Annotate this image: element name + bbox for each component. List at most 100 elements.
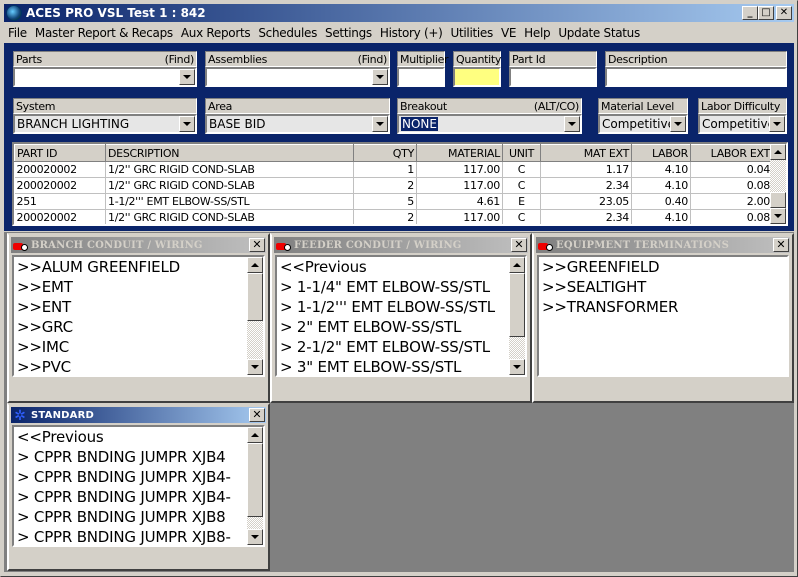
material-level-dropdown-arrow-icon[interactable]	[670, 116, 686, 132]
table-row[interactable]: 200020002 1/2'' GRC RIGID COND-SLAB 2 11…	[14, 209, 773, 224]
labor-difficulty-value: Competitive	[702, 117, 775, 131]
multiplier-input[interactable]	[397, 67, 445, 87]
area-dropdown-arrow-icon[interactable]	[372, 116, 388, 132]
assemblies-dropdown-arrow-icon[interactable]	[372, 69, 388, 85]
branch-conduit-list[interactable]: >>ALUM GREENFIELD >>EMT >>ENT >>GRC >>IM…	[12, 255, 265, 377]
table-row[interactable]: 200020002 1/2'' GRC RIGID COND-SLAB 1 11…	[14, 161, 773, 178]
scroll-thumb[interactable]	[247, 273, 263, 321]
table-row[interactable]: 251 1-1/2''' EMT ELBOW-SS/STL 5 4.61 E 2…	[14, 193, 773, 210]
scroll-up-arrow-icon[interactable]	[770, 144, 786, 160]
labor-difficulty-field: Labor Difficulty Competitive	[698, 98, 787, 134]
menu-file[interactable]: File	[4, 26, 31, 40]
col-header-qty[interactable]: QTY	[353, 144, 417, 162]
feeder-conduit-titlebar[interactable]: FEEDER CONDUIT / WIRING ✕	[274, 237, 528, 253]
assemblies-combo[interactable]	[205, 67, 390, 87]
table-row[interactable]: 200020002 1/2'' GRC RIGID COND-SLAB 2 11…	[14, 177, 773, 194]
menu-aux-reports[interactable]: Aux Reports	[177, 26, 254, 40]
list-item[interactable]: >>SEALTIGHT	[539, 277, 787, 297]
breakout-field: Breakout (ALT/CO) NONE	[397, 98, 582, 134]
menu-update-status[interactable]: Update Status	[554, 26, 644, 40]
list-item[interactable]: > CPPR BNDING JUMPR XJB8	[14, 507, 263, 527]
close-icon[interactable]: ✕	[773, 238, 789, 252]
standard-titlebar[interactable]: ✲ STANDARD ✕	[11, 407, 266, 423]
scroll-thumb[interactable]	[247, 443, 263, 517]
list-item[interactable]: > 3" EMT ELBOW-SS/STL	[277, 357, 525, 375]
equipment-terminations-list[interactable]: >>GREENFIELD >>SEALTIGHT >>TRANSFORMER	[537, 255, 789, 377]
menu-help[interactable]: Help	[520, 26, 554, 40]
description-input[interactable]	[605, 67, 787, 87]
menu-history[interactable]: History (+)	[376, 26, 447, 40]
parts-combo[interactable]	[13, 67, 197, 87]
list-item[interactable]: > CPPR BNDING JUMPR XJB4-	[14, 487, 263, 507]
menu-master-report[interactable]: Master Report & Recaps	[31, 26, 177, 40]
list-item[interactable]: > 2-1/2" EMT ELBOW-SS/STL	[277, 337, 525, 357]
scroll-up-arrow-icon[interactable]	[247, 257, 263, 273]
list-item[interactable]: > 1-1/4" EMT ELBOW-SS/STL	[277, 277, 525, 297]
scroll-up-arrow-icon[interactable]	[247, 427, 263, 443]
col-header-mat-ext[interactable]: MAT EXT	[540, 144, 632, 162]
menu-settings[interactable]: Settings	[321, 26, 376, 40]
breakout-dropdown-arrow-icon[interactable]	[564, 116, 580, 132]
list-item[interactable]: >>ENT	[14, 297, 263, 317]
scroll-thumb[interactable]	[770, 192, 786, 208]
list-item[interactable]: >>GREENFIELD	[539, 257, 787, 277]
scroll-down-arrow-icon[interactable]	[770, 208, 786, 224]
system-dropdown-arrow-icon[interactable]	[179, 116, 195, 132]
menu-utilities[interactable]: Utilities	[446, 26, 496, 40]
menu-schedules[interactable]: Schedules	[254, 26, 321, 40]
app-globe-icon[interactable]	[6, 5, 22, 21]
close-button[interactable]: ✕	[776, 6, 792, 20]
area-combo[interactable]: BASE BID	[205, 114, 390, 134]
col-header-description[interactable]: DESCRIPTION	[105, 144, 354, 162]
col-header-material[interactable]: MATERIAL	[416, 144, 503, 162]
parts-dropdown-arrow-icon[interactable]	[179, 69, 195, 85]
list-item[interactable]: > CPPR BNDING JUMPR XJB4-	[14, 467, 263, 487]
list-item[interactable]: >>EMT	[14, 277, 263, 297]
scroll-up-arrow-icon[interactable]	[509, 257, 525, 273]
list-item[interactable]: > CPPR BNDING JUMPR XJB8-	[14, 527, 263, 545]
scroll-down-arrow-icon[interactable]	[509, 359, 525, 375]
system-combo[interactable]: BRANCH LIGHTING	[13, 114, 197, 134]
close-icon[interactable]: ✕	[249, 408, 265, 422]
material-level-combo[interactable]: Competitive	[598, 114, 688, 134]
title-bar[interactable]: ACES PRO VSL Test 1 : 842 _ □ ✕	[4, 4, 794, 22]
breakout-combo[interactable]: NONE	[397, 114, 582, 134]
feeder-scrollbar[interactable]	[509, 257, 525, 375]
list-item[interactable]: >>PVC	[14, 357, 263, 375]
list-item[interactable]: > CPPR BNDING JUMPR XJB4	[14, 447, 263, 467]
grid-scrollbar[interactable]	[770, 144, 786, 224]
branch-conduit-titlebar[interactable]: BRANCH CONDUIT / WIRING ✕	[11, 237, 266, 253]
close-icon[interactable]: ✕	[511, 238, 527, 252]
list-item[interactable]: > 1-1/2''' EMT ELBOW-SS/STL	[277, 297, 525, 317]
col-header-unit[interactable]: UNIT	[502, 144, 541, 162]
part-id-input[interactable]	[509, 67, 597, 87]
cell-unit: C	[502, 161, 541, 178]
scroll-thumb[interactable]	[509, 273, 525, 337]
list-item[interactable]: >>ALUM GREENFIELD	[14, 257, 263, 277]
list-item[interactable]: >>IMC	[14, 337, 263, 357]
labor-difficulty-combo[interactable]: Competitive	[698, 114, 787, 134]
list-item[interactable]: >>GRC	[14, 317, 263, 337]
standard-list[interactable]: <<Previous > CPPR BNDING JUMPR XJB4 > CP…	[12, 425, 265, 547]
parts-find-link[interactable]: (Find)	[165, 53, 195, 66]
branch-scrollbar[interactable]	[247, 257, 263, 375]
assemblies-find-link[interactable]: (Find)	[358, 53, 388, 66]
menu-ve[interactable]: VE	[497, 26, 520, 40]
list-item[interactable]: > 2" EMT ELBOW-SS/STL	[277, 317, 525, 337]
labor-difficulty-dropdown-arrow-icon[interactable]	[769, 116, 785, 132]
col-header-labor[interactable]: LABOR	[631, 144, 691, 162]
list-item[interactable]: >>TRANSFORMER	[539, 297, 787, 317]
maximize-button[interactable]: □	[758, 6, 774, 20]
list-item[interactable]: <<Previous	[277, 257, 525, 277]
scroll-down-arrow-icon[interactable]	[247, 529, 263, 545]
minimize-button[interactable]: _	[742, 6, 758, 20]
equipment-terminations-titlebar[interactable]: EQUIPMENT TERMINATIONS ✕	[536, 237, 790, 253]
standard-scrollbar[interactable]	[247, 427, 263, 545]
col-header-part-id[interactable]: PART ID	[14, 144, 106, 162]
scroll-down-arrow-icon[interactable]	[247, 359, 263, 375]
list-item[interactable]: <<Previous	[14, 427, 263, 447]
close-icon[interactable]: ✕	[249, 238, 265, 252]
feeder-conduit-list[interactable]: <<Previous > 1-1/4" EMT ELBOW-SS/STL > 1…	[275, 255, 527, 377]
col-header-labor-ext[interactable]: LABOR EXT	[690, 144, 773, 162]
quantity-input[interactable]	[453, 67, 501, 87]
